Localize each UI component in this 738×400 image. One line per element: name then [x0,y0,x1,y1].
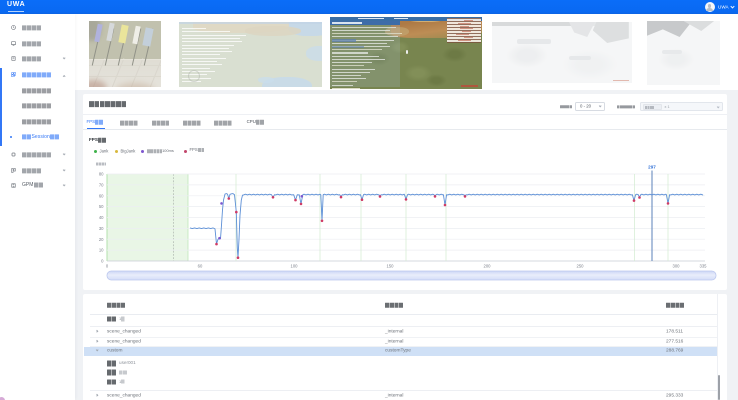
svg-text:30: 30 [99,226,104,231]
svg-text:10: 10 [99,248,104,253]
svg-text:0: 0 [106,264,109,269]
svg-text:0: 0 [101,259,104,264]
svg-text:60: 60 [99,193,104,198]
svg-text:250: 250 [577,264,585,269]
svg-text:297: 297 [648,165,656,170]
svg-text:40: 40 [99,215,104,220]
svg-text:20: 20 [99,237,104,242]
svg-text:70: 70 [99,183,104,188]
svg-text:200: 200 [484,264,492,269]
svg-text:80: 80 [99,172,104,177]
svg-text:300: 300 [673,264,681,269]
svg-text:60: 60 [198,264,203,269]
svg-text:150: 150 [387,264,395,269]
svg-text:335: 335 [700,264,708,269]
svg-text:100: 100 [291,264,299,269]
svg-text:50: 50 [99,204,104,209]
